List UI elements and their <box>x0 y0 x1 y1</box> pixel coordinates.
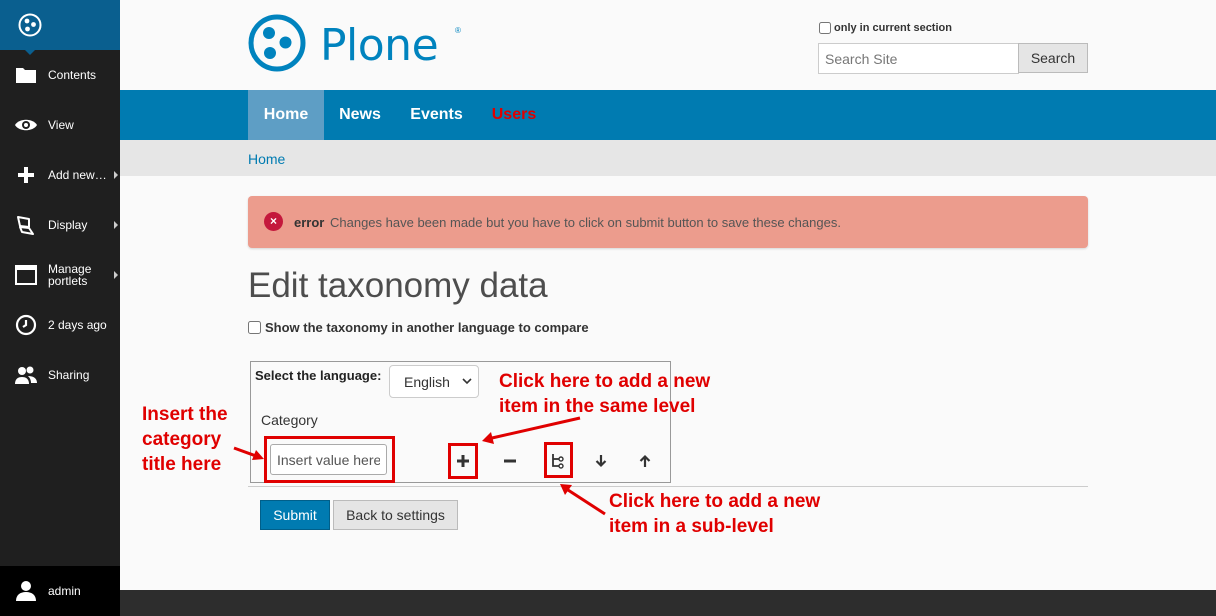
arrow-head <box>560 484 572 495</box>
arrow-to-input <box>233 446 257 458</box>
arrow-head <box>482 432 494 444</box>
annotation-arrows <box>233 416 606 516</box>
arrow-to-sublevel <box>567 488 606 516</box>
arrow-to-add <box>491 416 581 440</box>
